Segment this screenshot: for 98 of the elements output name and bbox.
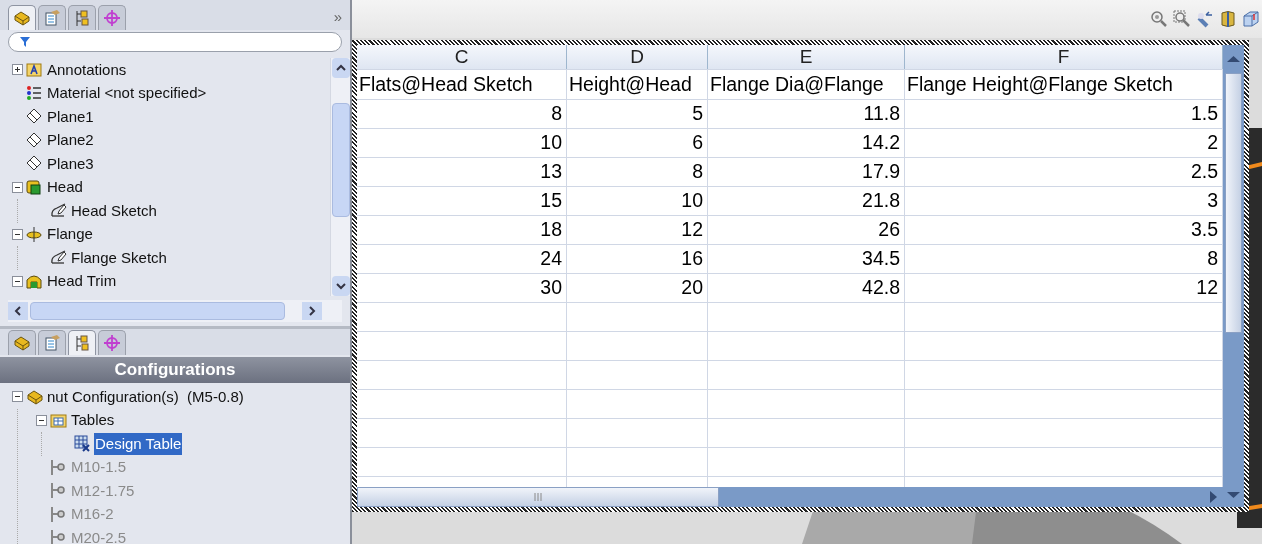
plane-icon — [26, 108, 43, 126]
table-icon — [74, 435, 91, 453]
horizontal-scrollbar[interactable] — [357, 487, 1223, 507]
scroll-thumb[interactable] — [331, 103, 350, 217]
table-cell: 30 — [357, 274, 567, 302]
configuration-icon — [73, 334, 91, 352]
table-cell: 15 — [357, 187, 567, 215]
tree-item[interactable]: Material <not specified> — [46, 82, 208, 105]
table-cell: 26 — [708, 216, 905, 244]
previous-view-icon[interactable] — [1196, 10, 1214, 28]
tree-item[interactable]: Plane2 — [46, 129, 95, 152]
configuration-icon — [73, 9, 91, 27]
part-tab[interactable] — [8, 5, 36, 30]
table-cell: 5 — [567, 100, 708, 128]
table-cell: 21.8 — [708, 187, 905, 215]
column-header[interactable]: E — [708, 45, 905, 69]
display-tab[interactable] — [98, 330, 126, 355]
table-cell: 8 — [357, 100, 567, 128]
table-cell: 17.9 — [708, 158, 905, 186]
table-cell: 34.5 — [708, 245, 905, 273]
property-tab[interactable] — [38, 330, 66, 355]
collapse-toggle[interactable] — [12, 391, 23, 403]
collapse-toggle[interactable] — [12, 228, 23, 240]
extrude-icon — [26, 178, 43, 196]
collapse-toggle[interactable] — [12, 181, 23, 193]
tree-item[interactable]: Plane1 — [46, 105, 95, 128]
grip-icon — [533, 493, 543, 501]
table-cell-text: Flange Dia@Flange — [710, 71, 884, 97]
scroll-thumb[interactable] — [30, 302, 285, 320]
cube-icon[interactable] — [1242, 10, 1260, 28]
collapse-toggle[interactable] — [36, 414, 47, 426]
table-cell: 10 — [567, 187, 708, 215]
configuration-tab[interactable] — [68, 5, 96, 30]
tree-item[interactable]: Flange — [46, 223, 94, 246]
table-cell: 6 — [567, 129, 708, 157]
table-cell: 12 — [567, 216, 708, 244]
table-cell: 11.8 — [708, 100, 905, 128]
plane-icon — [26, 155, 43, 173]
display-icon — [103, 9, 121, 27]
zoom-to-fit-icon[interactable] — [1150, 10, 1168, 28]
vertical-scrollbar[interactable] — [1223, 45, 1244, 507]
table-cell: 14.2 — [708, 129, 905, 157]
configuration-tab[interactable] — [68, 330, 96, 355]
configuration-icon — [50, 482, 67, 500]
revolve-icon — [26, 225, 43, 243]
table-cell-text: Flats@Head Sketch — [359, 71, 533, 97]
expand-toggle[interactable] — [12, 64, 23, 76]
table-cell: 13 — [357, 158, 567, 186]
filter-icon — [19, 36, 31, 48]
zoom-area-icon[interactable] — [1173, 10, 1191, 28]
tree-item[interactable]: Head Sketch — [70, 199, 158, 222]
scroll-thumb[interactable] — [357, 487, 719, 507]
collapse-toggle[interactable] — [12, 275, 23, 287]
scroll-thumb[interactable] — [1225, 73, 1242, 333]
property-tab[interactable] — [38, 5, 66, 30]
column-header[interactable]: D — [567, 45, 708, 69]
display-icon — [103, 334, 121, 352]
table-cell: 42.8 — [708, 274, 905, 302]
tree-item[interactable]: Design Table — [94, 432, 183, 455]
property-icon — [43, 9, 61, 27]
configuration-icon — [50, 529, 67, 544]
tree-item[interactable]: Head — [46, 176, 84, 199]
horizontal-scrollbar[interactable] — [8, 300, 342, 322]
annotation-folder-icon — [26, 61, 43, 79]
sketch-icon — [50, 202, 67, 220]
part-icon — [13, 334, 31, 352]
tree-item[interactable]: Annotations — [46, 58, 128, 81]
tree-item[interactable]: Head Trim — [46, 270, 118, 293]
display-tab[interactable] — [98, 5, 126, 30]
plane-icon — [26, 131, 43, 149]
cut-icon — [26, 272, 43, 290]
table-cell: 8 — [567, 158, 708, 186]
tree-item[interactable]: Flange Sketch — [70, 246, 168, 269]
section-view-icon[interactable] — [1219, 10, 1237, 28]
table-cell: 18 — [357, 216, 567, 244]
configuration-icon — [50, 505, 67, 523]
part-icon — [13, 9, 31, 27]
part-tab[interactable] — [8, 330, 36, 355]
sketch-icon — [50, 249, 67, 267]
tree-item[interactable]: Tables — [70, 409, 116, 432]
table-cell-text: Height@Head — [569, 71, 692, 97]
table-cell: 24 — [357, 245, 567, 273]
table-cell-text: Flange Height@Flange Sketch — [907, 71, 1173, 97]
tree-item[interactable]: Plane3 — [46, 152, 95, 175]
table-folder-icon — [50, 411, 67, 429]
property-icon — [43, 334, 61, 352]
table-cell: 16 — [567, 245, 708, 273]
expand-panel-glyph[interactable]: » — [333, 6, 342, 29]
column-header[interactable]: C — [357, 45, 567, 69]
configuration-icon — [50, 458, 67, 476]
table-cell: 10 — [357, 129, 567, 157]
table-cell: 20 — [567, 274, 708, 302]
vertical-scrollbar[interactable] — [330, 58, 350, 296]
panel-title: Configurations — [0, 357, 350, 383]
filter-field[interactable] — [8, 32, 342, 52]
part-icon — [26, 388, 43, 406]
tree-item[interactable]: nut Configuration(s) (M5-0.8) — [46, 385, 245, 408]
material-list-icon — [26, 84, 43, 102]
